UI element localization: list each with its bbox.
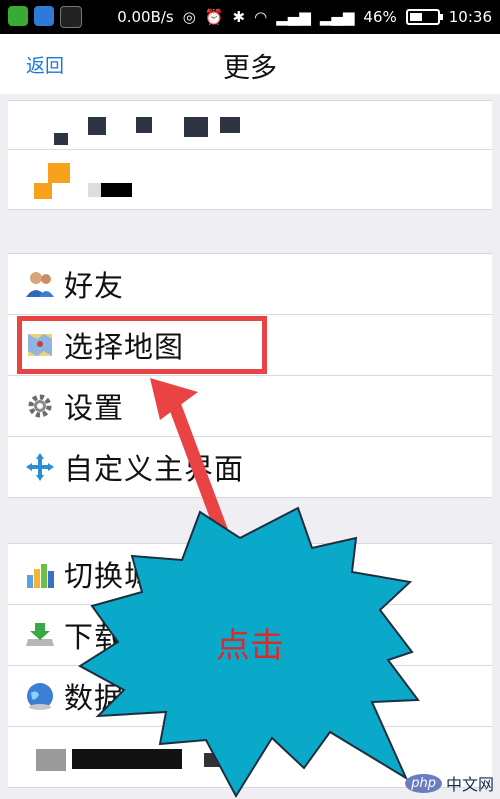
watermark: php 中文网	[405, 771, 494, 795]
watermark-text: 中文网	[445, 775, 494, 794]
annotation-overlay	[78, 378, 420, 798]
callout-text: 点击	[216, 626, 284, 666]
watermark-logo: php	[405, 773, 442, 793]
